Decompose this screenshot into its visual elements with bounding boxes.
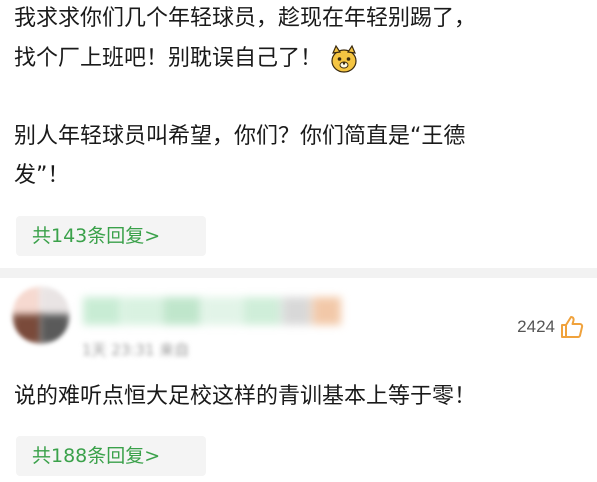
comment-text-line: 发”！: [14, 163, 70, 188]
comment-text-line: 别人年轻球员叫希望，你们？你们简直是“王德: [14, 124, 466, 149]
view-replies-button[interactable]: 共143条回复>: [16, 216, 206, 256]
username[interactable]: [82, 296, 342, 326]
like-button[interactable]: 2424: [517, 312, 585, 342]
comment-divider: [0, 268, 597, 278]
avatar[interactable]: [12, 286, 70, 344]
comment-text-line: 说的难听点恒大足校这样的青训基本上等于零！: [14, 384, 477, 409]
dog-face-icon: [331, 44, 357, 73]
comment-text-segment: 找个厂上班吧！别耽误自己了！: [14, 46, 323, 71]
thumbs-up-icon: [561, 316, 584, 338]
view-replies-button[interactable]: 共188条回复>: [16, 436, 206, 476]
like-count: 2424: [517, 317, 555, 336]
comment-text-line: 我求求你们几个年轻球员，趁现在年轻别踢了，: [14, 6, 477, 31]
comment-text-line: 找个厂上班吧！别耽误自己了！: [14, 40, 360, 78]
comment-meta: 1天 23:31 来自: [82, 341, 190, 359]
